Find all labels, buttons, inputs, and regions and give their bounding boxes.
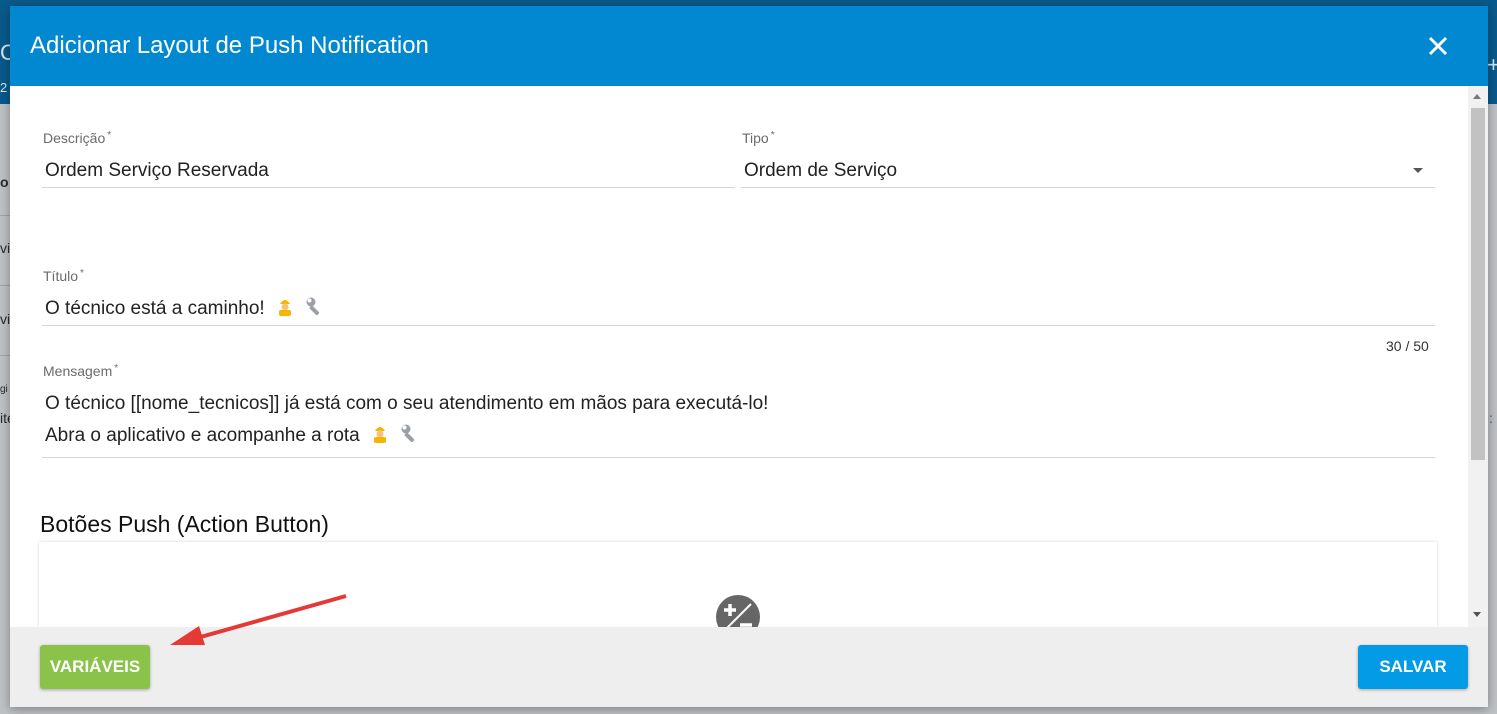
titulo-char-counter: 30 / 50	[1386, 338, 1429, 354]
required-mark: *	[114, 363, 119, 374]
save-button[interactable]: SALVAR	[1358, 645, 1468, 689]
modal-header: Adicionar Layout de Push Notification	[10, 6, 1488, 86]
tipo-select[interactable]: Ordem de Serviço	[741, 155, 1435, 188]
construction-worker-icon	[371, 422, 389, 454]
mensagem-line-1: O técnico [[nome_tecnicos]] já está com …	[45, 393, 769, 414]
wrench-icon	[305, 295, 325, 327]
construction-worker-icon	[276, 295, 294, 327]
chevron-down-icon[interactable]	[1413, 168, 1423, 173]
mensagem-line-2-wrap: Abra o aplicativo e acompanhe a rota	[45, 420, 1435, 454]
action-buttons-panel	[39, 542, 1437, 627]
mensagem-label-text: Mensagem	[43, 363, 113, 379]
background-plus-icon: +	[1487, 52, 1497, 77]
wrench-icon	[400, 422, 420, 454]
titulo-label-text: Título	[43, 268, 79, 284]
tipo-label: Tipo *	[742, 130, 775, 146]
titulo-input[interactable]: O técnico está a caminho!	[42, 293, 1435, 326]
modal-footer: VARIÁVEIS SALVAR	[10, 627, 1488, 707]
modal-title: Adicionar Layout de Push Notification	[30, 32, 429, 59]
modal-scrollbar[interactable]	[1468, 86, 1488, 627]
background-text: vi	[0, 311, 11, 327]
scroll-down-icon[interactable]	[1473, 612, 1481, 617]
mensagem-label: Mensagem *	[43, 363, 118, 379]
descricao-label-text: Descrição	[43, 130, 106, 146]
push-layout-modal: Adicionar Layout de Push Notification De…	[10, 6, 1488, 707]
required-mark: *	[80, 268, 84, 279]
titulo-value: O técnico está a caminho!	[45, 298, 265, 319]
action-buttons-title: Botões Push (Action Button)	[40, 511, 329, 537]
variables-button[interactable]: VARIÁVEIS	[40, 645, 150, 689]
add-remove-icon[interactable]	[715, 594, 761, 627]
required-mark: *	[107, 130, 112, 141]
tipo-selected-value: Ordem de Serviço	[744, 160, 898, 181]
mensagem-textarea[interactable]: O técnico [[nome_tecnicos]] já está com …	[42, 388, 1435, 458]
modal-body: Descrição* Tipo* Ordem de Serviço Título…	[10, 86, 1488, 627]
titulo-label: Título *	[43, 268, 84, 284]
scroll-thumb[interactable]	[1471, 108, 1485, 460]
mensagem-line-2: Abra o aplicativo e acompanhe a rota	[45, 425, 360, 446]
background-text: vi	[0, 240, 11, 256]
background-text: o	[0, 174, 9, 190]
background-text: :	[1489, 410, 1493, 426]
close-icon[interactable]	[1422, 30, 1454, 62]
required-mark: *	[770, 130, 775, 141]
background-text: 2	[0, 80, 8, 95]
descricao-input[interactable]	[42, 154, 735, 188]
background-text: gi	[0, 384, 8, 395]
descricao-label: Descrição *	[43, 130, 111, 146]
tipo-label-text: Tipo	[742, 130, 769, 146]
scroll-up-icon[interactable]	[1473, 94, 1481, 99]
